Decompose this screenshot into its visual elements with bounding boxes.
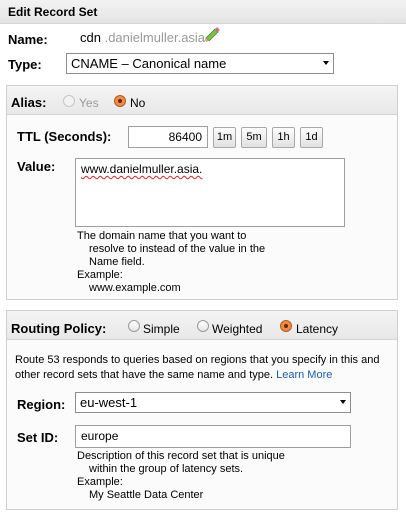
ttl-1m-button[interactable]: 1m xyxy=(213,127,236,148)
routing-policy-label: Routing Policy: xyxy=(11,321,107,336)
set-id-input-value: europe xyxy=(81,429,119,443)
value-example: www.example.com xyxy=(89,282,181,294)
routing-panel: Routing Policy: Simple Weighted Latency … xyxy=(6,310,398,510)
learn-more-link[interactable]: Learn More xyxy=(276,369,332,381)
routing-weighted-label: Weighted xyxy=(212,322,263,336)
ttl-input[interactable]: 86400 xyxy=(128,126,208,148)
record-name-domain: .danielmuller.asia. xyxy=(104,30,209,45)
name-label: Name: xyxy=(8,32,48,47)
record-name: cdn .danielmuller.asia. xyxy=(80,30,209,45)
set-id-example-label: Example: xyxy=(77,476,123,488)
alias-no-label: No xyxy=(130,96,146,110)
set-id-example: My Seattle Data Center xyxy=(89,489,204,501)
ttl-1d-button[interactable]: 1d xyxy=(300,127,323,148)
routing-description-line: other record sets that have the same nam… xyxy=(15,369,274,381)
alias-yes-label: Yes xyxy=(79,96,99,110)
region-select-value: eu-west-1 xyxy=(80,395,138,410)
type-label: Type: xyxy=(8,57,42,72)
alias-panel: Alias: Yes No TTL (Seconds): 86400 1m 5m… xyxy=(6,85,398,300)
type-select-value: CNAME – Canonical name xyxy=(71,56,227,71)
alias-no-radio[interactable] xyxy=(114,95,126,107)
routing-latency-label: Latency xyxy=(296,322,339,336)
alias-label: Alias: xyxy=(11,95,47,110)
ttl-input-value: 86400 xyxy=(168,130,202,144)
value-label: Value: xyxy=(17,159,56,174)
alias-yes-radio[interactable] xyxy=(63,95,75,107)
dialog-header: Edit Record Set xyxy=(0,0,406,24)
ttl-label: TTL (Seconds): xyxy=(17,129,112,144)
type-select[interactable]: CNAME – Canonical name xyxy=(66,53,334,74)
value-help-line: resolve to instead of the value in the xyxy=(89,243,266,255)
ttl-5m-button[interactable]: 5m xyxy=(241,127,267,148)
routing-latency-radio[interactable] xyxy=(280,320,292,332)
routing-simple-label: Simple xyxy=(143,322,180,336)
value-help-line: The domain name that you want to xyxy=(77,230,247,242)
value-textarea-text: www.danielmuller.asia. xyxy=(81,162,203,176)
pencil-icon[interactable] xyxy=(203,27,221,42)
value-textarea[interactable]: www.danielmuller.asia. xyxy=(75,158,345,227)
value-help: The domain name that you want to resolve… xyxy=(77,230,265,295)
region-select[interactable]: eu-west-1 xyxy=(75,392,351,413)
value-help-line: Name field. xyxy=(89,256,145,268)
routing-simple-radio[interactable] xyxy=(128,320,140,332)
value-example-label: Example: xyxy=(77,269,123,281)
set-id-input[interactable]: europe xyxy=(75,425,351,448)
routing-description: Route 53 responds to queries based on re… xyxy=(15,353,395,383)
chevron-down-icon xyxy=(340,400,346,404)
set-id-help-line: within the group of latency sets. xyxy=(89,463,244,475)
record-name-prefix: cdn xyxy=(80,30,101,45)
set-id-help-line: Description of this record set that is u… xyxy=(77,450,285,462)
routing-description-line: Route 53 responds to queries based on re… xyxy=(15,354,380,366)
ttl-1h-button[interactable]: 1h xyxy=(272,127,295,148)
routing-weighted-radio[interactable] xyxy=(197,320,209,332)
dialog-title: Edit Record Set xyxy=(8,5,98,19)
set-id-label: Set ID: xyxy=(17,430,59,445)
set-id-help: Description of this record set that is u… xyxy=(77,450,285,502)
chevron-down-icon xyxy=(323,61,329,65)
region-label: Region: xyxy=(17,397,66,412)
